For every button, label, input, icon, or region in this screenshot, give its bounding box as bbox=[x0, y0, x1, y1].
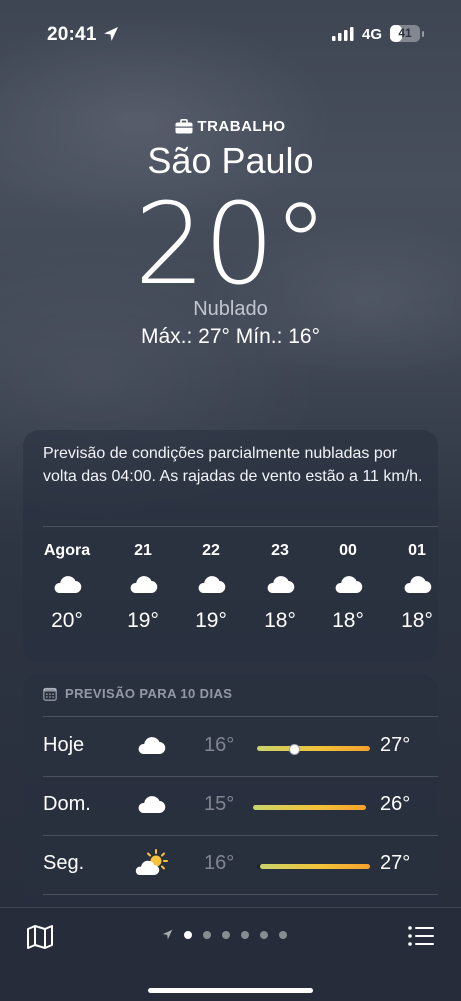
cloud-icon bbox=[404, 576, 432, 594]
battery-tip bbox=[422, 31, 424, 37]
hour-label: 22 bbox=[202, 542, 220, 559]
map-icon[interactable] bbox=[26, 924, 54, 950]
day-high: 27° bbox=[380, 734, 411, 756]
divider bbox=[43, 894, 438, 895]
page-indicator[interactable] bbox=[162, 929, 287, 940]
day-name: Dom. bbox=[43, 793, 91, 815]
hour-item: 23 18° bbox=[245, 540, 315, 636]
temp-range-bar bbox=[257, 744, 370, 755]
battery-icon: 41 bbox=[390, 25, 420, 42]
current-temperature: 20° bbox=[134, 180, 329, 310]
page-dot bbox=[260, 930, 268, 939]
hour-label: 21 bbox=[134, 542, 152, 559]
hourly-list[interactable]: Agora 20° 21 19° 22 19° 23 18° 00 18° 01… bbox=[23, 540, 438, 650]
location-arrow-icon bbox=[162, 929, 173, 940]
hour-temp: 19° bbox=[195, 609, 227, 632]
status-time: 20:41 bbox=[47, 24, 97, 45]
daily-title: PREVISÃO PARA 10 DIAS bbox=[65, 686, 233, 701]
briefcase-icon bbox=[175, 119, 193, 134]
current-temp-dot bbox=[289, 744, 301, 755]
daily-forecast-card[interactable]: PREVISÃO PARA 10 DIAS Hoje 16° 27° Dom. … bbox=[23, 674, 438, 934]
hour-temp: 18° bbox=[264, 609, 296, 632]
page-dot-active bbox=[184, 930, 192, 939]
temp-range-fill bbox=[253, 805, 366, 810]
calendar-icon bbox=[43, 687, 57, 701]
temp-range-fill bbox=[260, 864, 370, 869]
partly-sunny-icon bbox=[135, 849, 168, 876]
page-dot bbox=[222, 930, 230, 939]
network-type: 4G bbox=[362, 26, 383, 43]
location-arrow-icon bbox=[104, 27, 118, 41]
hourly-forecast-card[interactable]: Previsão de condições parcialmente nubla… bbox=[23, 430, 438, 662]
page-dot bbox=[241, 930, 249, 939]
home-indicator bbox=[148, 988, 313, 993]
high-low: Máx.: 27° Mín.: 16° bbox=[140, 325, 321, 348]
day-high: 26° bbox=[380, 793, 411, 815]
cloud-icon bbox=[138, 737, 166, 755]
status-bar: 20:41 4G 41 bbox=[0, 0, 461, 64]
hour-item: 22 19° bbox=[176, 540, 246, 636]
city-name: São Paulo bbox=[147, 140, 314, 181]
hour-item: Agora 20° bbox=[32, 540, 102, 636]
hour-item: 01 18° bbox=[382, 540, 452, 636]
cloud-icon bbox=[267, 576, 295, 594]
divider bbox=[43, 716, 438, 717]
day-low: 16° bbox=[204, 852, 235, 874]
signal-icon bbox=[332, 27, 354, 41]
location-label-text: TRABALHO bbox=[197, 118, 286, 135]
hour-temp: 19° bbox=[127, 609, 159, 632]
day-low: 16° bbox=[204, 734, 235, 756]
hour-temp: 18° bbox=[401, 609, 433, 632]
hour-label: 23 bbox=[271, 542, 289, 559]
day-row[interactable]: Seg. 16° 27° bbox=[23, 836, 438, 894]
cloud-icon bbox=[130, 576, 158, 594]
current-condition: Nublado bbox=[193, 298, 268, 320]
daily-header: PREVISÃO PARA 10 DIAS bbox=[43, 686, 232, 701]
hour-label: Agora bbox=[43, 542, 91, 559]
day-high: 27° bbox=[380, 852, 411, 874]
battery-percent: 41 bbox=[398, 26, 412, 40]
day-name: Hoje bbox=[43, 734, 85, 756]
cloud-icon bbox=[198, 576, 226, 594]
cloud-icon bbox=[54, 576, 82, 594]
list-icon[interactable] bbox=[407, 924, 435, 948]
hour-item: 00 18° bbox=[313, 540, 383, 636]
page-dot bbox=[203, 930, 211, 939]
cloud-icon bbox=[335, 576, 363, 594]
cloud-icon bbox=[138, 796, 166, 814]
day-low: 15° bbox=[204, 793, 235, 815]
temp-range-bar bbox=[257, 864, 370, 869]
hour-temp: 18° bbox=[332, 609, 364, 632]
day-row[interactable]: Dom. 15° 26° bbox=[23, 777, 438, 835]
forecast-summary: Previsão de condições parcialmente nubla… bbox=[43, 445, 423, 485]
bottom-toolbar bbox=[0, 907, 461, 1001]
hour-label: 01 bbox=[408, 542, 426, 559]
hour-item: 21 19° bbox=[108, 540, 178, 636]
day-name: Seg. bbox=[43, 852, 85, 874]
day-row[interactable]: Hoje 16° 27° bbox=[23, 718, 438, 776]
page-dot bbox=[279, 930, 287, 939]
hour-temp: 20° bbox=[51, 609, 83, 632]
temp-range-bar bbox=[253, 805, 366, 810]
temp-range-fill bbox=[257, 746, 370, 751]
location-label: TRABALHO bbox=[0, 118, 461, 135]
divider bbox=[43, 526, 438, 527]
hour-label: 00 bbox=[339, 542, 357, 559]
